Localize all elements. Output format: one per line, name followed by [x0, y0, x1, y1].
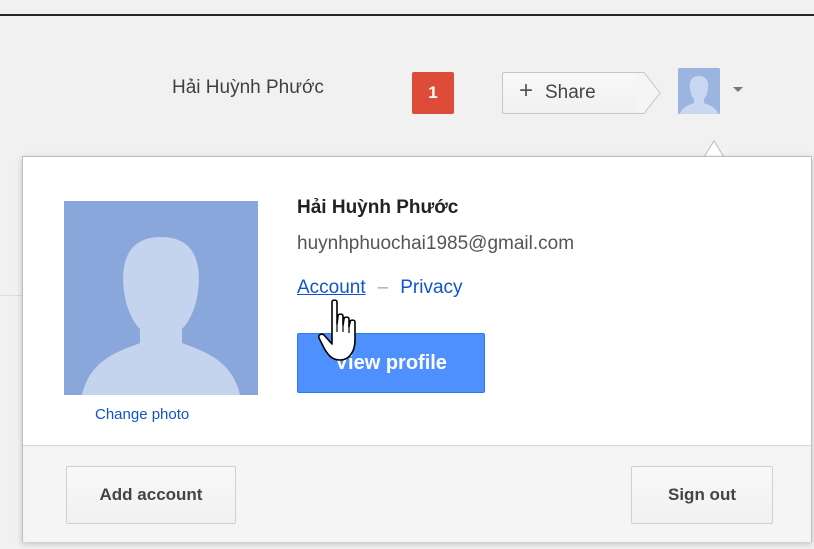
- avatar-silhouette-icon: [64, 201, 258, 395]
- avatar-silhouette-icon: [678, 68, 720, 114]
- sign-out-button[interactable]: Sign out: [631, 466, 773, 524]
- profile-photo[interactable]: [64, 201, 258, 395]
- share-button-body[interactable]: + Share: [502, 72, 637, 114]
- notification-badge[interactable]: 1: [412, 72, 454, 114]
- hand-pointer-icon: [318, 299, 356, 361]
- notification-count: 1: [428, 83, 438, 102]
- sign-out-label: Sign out: [668, 485, 736, 504]
- header-user-name[interactable]: Hải Huỳnh Phước: [172, 77, 324, 99]
- chevron-down-icon[interactable]: [732, 86, 744, 94]
- add-account-button[interactable]: Add account: [66, 466, 236, 524]
- account-avatar-button[interactable]: [678, 68, 720, 114]
- share-button[interactable]: + Share: [502, 72, 670, 114]
- divider: [0, 295, 22, 296]
- change-photo-link[interactable]: Change photo: [95, 406, 189, 423]
- profile-email: huynhphuochai1985@gmail.com: [297, 233, 575, 254]
- share-label: Share: [545, 82, 596, 103]
- dropdown-footer: Add account Sign out: [23, 445, 811, 542]
- share-arrow-icon: [636, 72, 661, 114]
- share-plus-icon: +: [519, 77, 534, 104]
- dropdown-pointer: [684, 140, 744, 158]
- privacy-link[interactable]: Privacy: [400, 277, 462, 298]
- add-account-label: Add account: [99, 485, 203, 504]
- account-dropdown-panel: Change photo Hải Huỳnh Phước huynhphuoch…: [22, 156, 812, 542]
- profile-name: Hải Huỳnh Phước: [297, 197, 459, 218]
- account-link[interactable]: Account: [297, 277, 366, 298]
- link-separator: –: [377, 277, 389, 298]
- account-links: Account – Privacy: [297, 277, 463, 299]
